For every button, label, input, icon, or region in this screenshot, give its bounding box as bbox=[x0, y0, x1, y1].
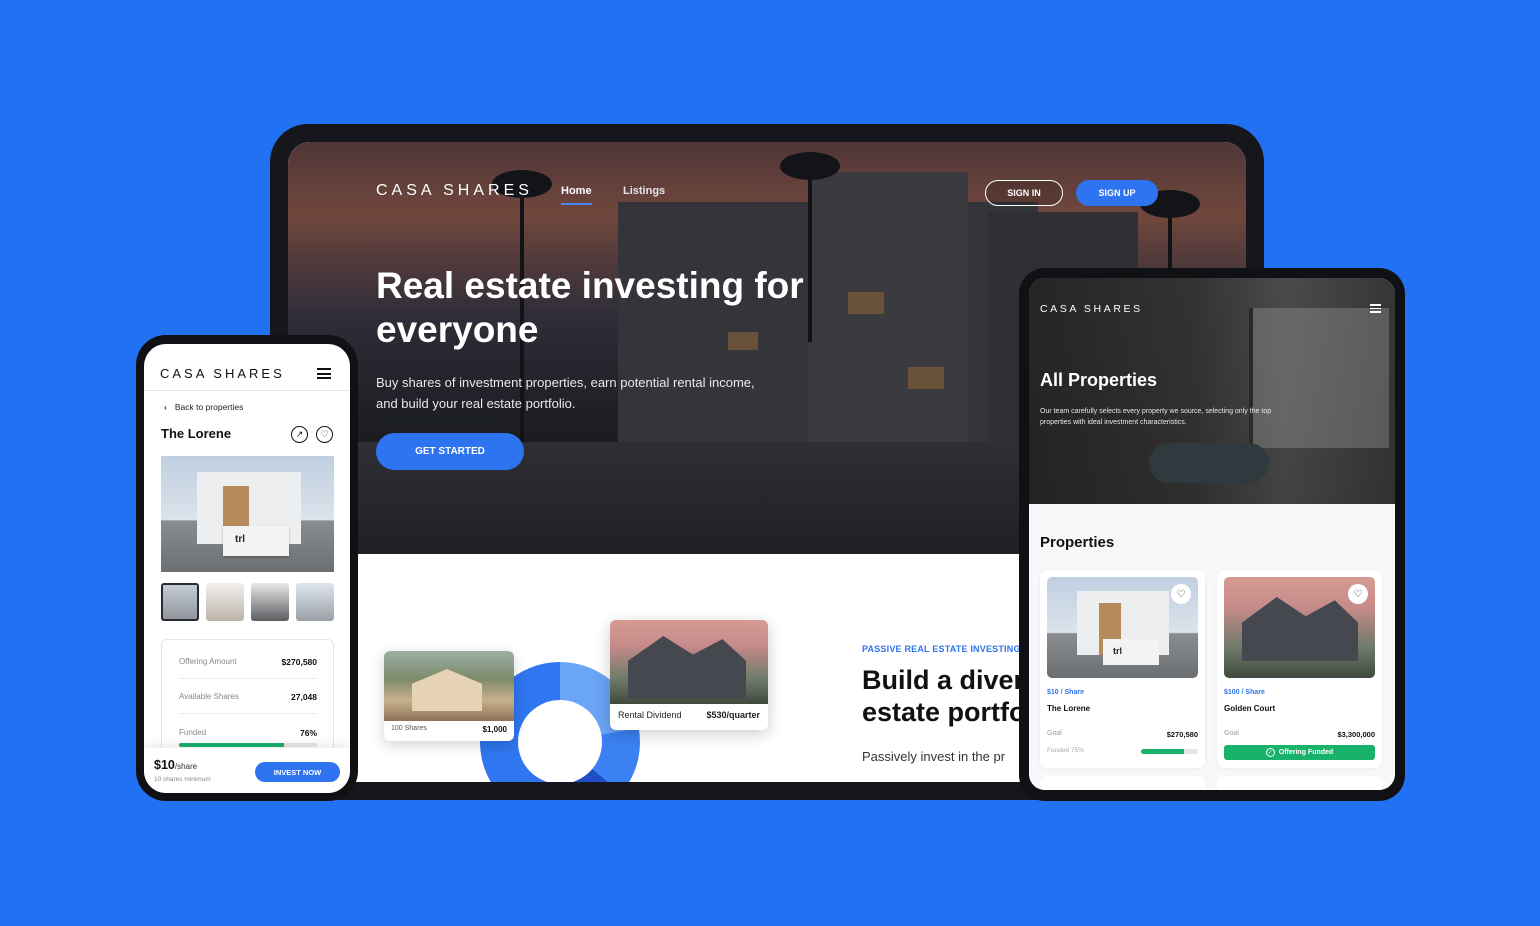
brand-logo[interactable]: CASA SHARES bbox=[1040, 303, 1143, 315]
brand-logo[interactable]: CASA SHARES bbox=[376, 182, 533, 200]
funded-progress-bar bbox=[1141, 749, 1198, 754]
property-name: The Lorene bbox=[1047, 704, 1091, 713]
heart-icon[interactable]: ♡ bbox=[316, 426, 333, 443]
goal-value: $3,300,000 bbox=[1337, 730, 1375, 739]
goal-row: Goal $3,300,000 bbox=[1224, 730, 1375, 739]
share-price: $10/share bbox=[154, 758, 198, 772]
share-price: $100 / Share bbox=[1224, 689, 1265, 696]
thumbnail[interactable] bbox=[251, 583, 289, 621]
property-title: The Lorene bbox=[161, 426, 232, 441]
funded-label: Funded 75% bbox=[1047, 747, 1084, 754]
section-title: Properties bbox=[1040, 534, 1115, 551]
stat-value: 76% bbox=[299, 728, 317, 738]
stat-row: Funded 76% bbox=[179, 728, 317, 738]
thumbnail[interactable] bbox=[206, 583, 244, 621]
stat-label: Funded bbox=[179, 728, 207, 737]
page-description: Our team carefully selects every propert… bbox=[1040, 408, 1272, 426]
thumbnail[interactable] bbox=[161, 583, 199, 621]
stat-label: Offering Amount bbox=[179, 657, 237, 666]
shares-count: 100 Shares bbox=[391, 725, 427, 732]
funded-progress-bar bbox=[179, 743, 317, 747]
tablet-screen: CASA SHARES All Properties Our team care… bbox=[1029, 278, 1395, 790]
image-thumbnails bbox=[161, 583, 334, 621]
menu-icon[interactable] bbox=[317, 368, 331, 379]
share-price: $10 / Share bbox=[1047, 689, 1084, 696]
check-circle-icon: ✓ bbox=[1265, 748, 1275, 757]
stat-value: 27,048 bbox=[291, 692, 317, 702]
menu-icon[interactable] bbox=[1370, 304, 1381, 315]
stat-row: Available Shares 27,048 bbox=[179, 692, 317, 702]
goal-value: $270,580 bbox=[1166, 730, 1198, 739]
phone-screen: CASA SHARES ‹ Back to properties The Lore… bbox=[144, 344, 350, 793]
offering-funded-badge: ✓ Offering Funded bbox=[1224, 745, 1375, 760]
status-label: Offering Funded bbox=[1278, 749, 1334, 756]
get-started-button[interactable]: GET STARTED bbox=[376, 433, 524, 470]
invest-now-button[interactable]: INVEST NOW bbox=[255, 762, 340, 782]
shares-amount: $1,000 bbox=[482, 725, 507, 734]
goal-label: Goal bbox=[1224, 730, 1239, 737]
sign-up-button[interactable]: SIGN UP bbox=[1076, 180, 1158, 206]
hero-window bbox=[848, 292, 884, 314]
minimum-shares: 10 shares minimum bbox=[154, 776, 211, 783]
share-icon[interactable]: ↗ bbox=[291, 426, 308, 443]
hero-title: Real estate investing for everyone bbox=[376, 265, 804, 350]
back-label: Back to properties bbox=[174, 402, 244, 412]
nav-home[interactable]: Home bbox=[561, 185, 592, 205]
dividend-value: $530/quarter bbox=[706, 710, 760, 720]
brand-logo[interactable]: CASA SHARES bbox=[160, 366, 285, 381]
tablet-mockup: CASA SHARES All Properties Our team care… bbox=[1019, 268, 1405, 801]
section-body: Passively invest in the pr bbox=[862, 749, 1006, 764]
property-card[interactable] bbox=[1217, 776, 1382, 790]
palm-tree bbox=[780, 152, 840, 180]
page-title: All Properties bbox=[1040, 370, 1158, 390]
funded-progress-fill bbox=[1141, 749, 1184, 754]
phone-mockup: CASA SHARES ‹ Back to properties The Lore… bbox=[136, 335, 358, 801]
tablet-hero: CASA SHARES All Properties Our team care… bbox=[1029, 278, 1395, 504]
section-tagline: PASSIVE REAL ESTATE INVESTING bbox=[862, 644, 1021, 654]
property-main-image[interactable]: trl bbox=[161, 456, 334, 572]
stat-row: Offering Amount $270,580 bbox=[179, 657, 317, 667]
property-image bbox=[384, 651, 514, 721]
building-sign: trl bbox=[223, 526, 289, 556]
room-furniture bbox=[1149, 443, 1269, 483]
back-link[interactable]: ‹ Back to properties bbox=[164, 402, 243, 412]
building-sign: trl bbox=[1103, 639, 1159, 665]
invest-footer: $10/share 10 shares minimum INVEST NOW bbox=[144, 748, 350, 793]
chevron-left-icon: ‹ bbox=[164, 402, 167, 412]
property-name: Golden Court bbox=[1224, 704, 1276, 713]
property-card[interactable] bbox=[1040, 776, 1205, 790]
offering-stats: Offering Amount $270,580 Available Share… bbox=[161, 639, 334, 759]
hero-window bbox=[908, 367, 944, 389]
dividend-label: Rental Dividend bbox=[618, 710, 682, 720]
stat-value: $270,580 bbox=[281, 657, 317, 667]
heart-icon[interactable]: ♡ bbox=[1348, 584, 1368, 604]
divider bbox=[144, 390, 350, 391]
thumbnail[interactable] bbox=[296, 583, 334, 621]
property-card[interactable]: trl ♡ $10 / Share The Lorene Goal $270,5… bbox=[1040, 570, 1205, 768]
goal-row: Goal $270,580 bbox=[1047, 730, 1198, 739]
nav-listings[interactable]: Listings bbox=[623, 185, 665, 197]
shares-card: 100 Shares $1,000 bbox=[384, 651, 514, 741]
divider bbox=[179, 713, 317, 714]
funded-progress-fill bbox=[179, 743, 284, 747]
property-image bbox=[610, 620, 768, 704]
dividend-card: Rental Dividend $530/quarter bbox=[610, 620, 768, 730]
stat-label: Available Shares bbox=[179, 692, 239, 701]
divider bbox=[179, 678, 317, 679]
properties-section: Properties trl ♡ $10 / Share The Lorene … bbox=[1029, 504, 1395, 790]
goal-label: Goal bbox=[1047, 730, 1062, 737]
hero-subtitle: Buy shares of investment properties, ear… bbox=[376, 375, 755, 411]
heart-icon[interactable]: ♡ bbox=[1171, 584, 1191, 604]
sign-in-button[interactable]: SIGN IN bbox=[985, 180, 1063, 206]
property-card[interactable]: ♡ $100 / Share Golden Court Goal $3,300,… bbox=[1217, 570, 1382, 768]
